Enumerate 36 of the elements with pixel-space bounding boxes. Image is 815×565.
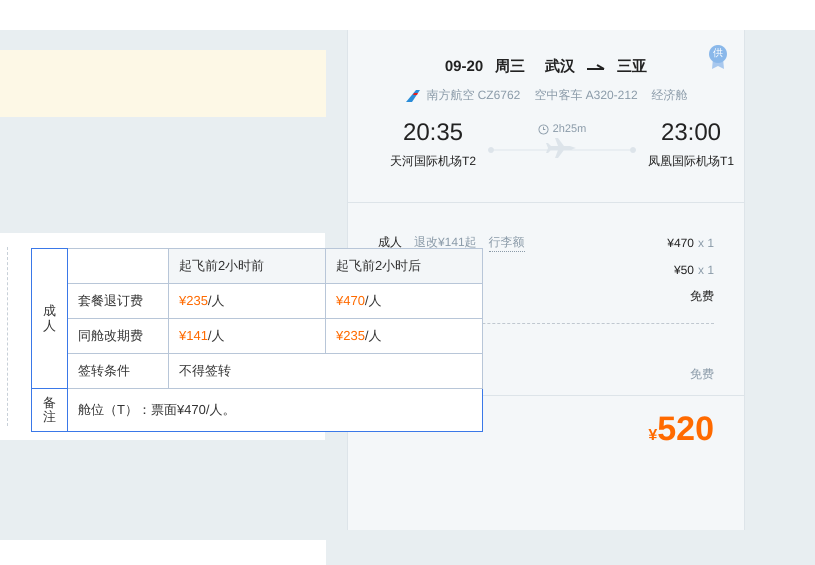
- passenger-type: 成人: [378, 234, 402, 251]
- table-cell: ¥235/人: [326, 318, 482, 354]
- table-cell: ¥235/人: [168, 284, 326, 318]
- price: ¥50: [674, 262, 694, 276]
- aircraft-type: 空中客车 A320-212: [534, 87, 638, 104]
- table-cell: 签转条件: [68, 354, 168, 388]
- arrival-airport: 凤凰国际机场T1: [648, 153, 734, 170]
- table-cell: ¥141/人: [168, 318, 326, 354]
- table-cell: 同舱改期费: [68, 318, 168, 354]
- weekday: 周三: [495, 57, 526, 76]
- header-cell: 起飞前2小时前: [168, 248, 326, 284]
- table-cell: ¥470/人: [326, 284, 482, 318]
- group-cell: 成人: [32, 248, 68, 388]
- info-link[interactable]: 行李额: [488, 234, 525, 252]
- price: ¥470: [667, 236, 694, 250]
- free-label: 免费: [690, 366, 714, 383]
- cabin-class: 经济舱: [652, 87, 688, 104]
- arrival-time: 23:00: [660, 118, 722, 148]
- flight-date: 09-20: [444, 58, 484, 75]
- arrival-city: 三亚: [617, 57, 648, 76]
- quantity: x 1: [698, 236, 714, 250]
- departure-airport: 天河国际机场T2: [390, 153, 476, 170]
- departure-time: 20:35: [402, 118, 464, 148]
- airline-logo-icon: [404, 90, 420, 102]
- quantity: x 1: [698, 262, 714, 276]
- flight-duration: 2h25m: [552, 123, 586, 135]
- free-label: 免费: [690, 288, 714, 305]
- clock-icon: [538, 124, 549, 134]
- arrow-icon: [587, 62, 606, 70]
- table-cell: 不得签转: [168, 354, 482, 388]
- total-price: ¥520: [647, 409, 715, 449]
- table-cell: 套餐退订费: [68, 284, 168, 318]
- table-cell: 舱位（T）：票面¥470/人。: [68, 388, 482, 432]
- departure-city: 武汉: [545, 57, 576, 76]
- header-cell: 起飞前2小时后: [326, 248, 482, 284]
- flight-number: 南方航空 CZ6762: [426, 87, 520, 104]
